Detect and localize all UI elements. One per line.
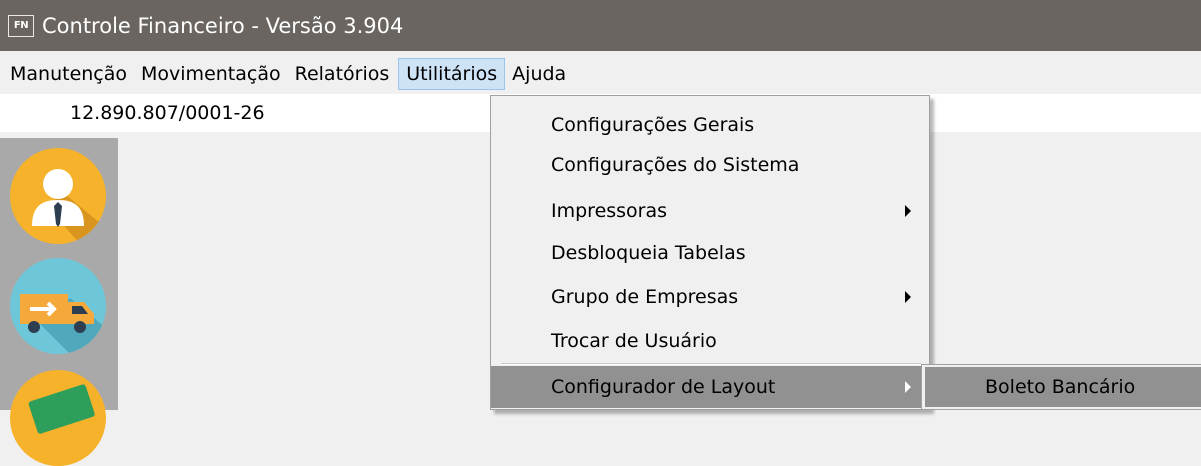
money-icon [28, 384, 95, 434]
configurador-layout-submenu: Boleto Bancário [921, 364, 1201, 410]
menu-utilitarios[interactable]: Utilitários [398, 58, 506, 90]
finance-button[interactable] [10, 370, 106, 466]
menu-item-configuracoes-gerais[interactable]: Configurações Gerais [491, 104, 929, 146]
sidebar [0, 138, 118, 466]
menu-manutencao[interactable]: Manutenção [3, 58, 134, 90]
submenu-arrow-icon [905, 291, 911, 303]
menu-movimentacao[interactable]: Movimentação [134, 58, 288, 90]
menu-bar: Manutenção Movimentação Relatórios Utili… [0, 57, 1201, 91]
menu-ajuda[interactable]: Ajuda [505, 58, 573, 90]
menu-item-impressoras[interactable]: Impressoras [491, 190, 929, 232]
submenu-arrow-icon [905, 381, 911, 393]
menu-item-boleto-bancario[interactable]: Boleto Bancário [925, 367, 1201, 407]
menu-item-desbloqueia-tabelas[interactable]: Desbloqueia Tabelas [491, 232, 929, 274]
title-bar: FN Controle Financeiro - Versão 3.904 [0, 0, 1201, 51]
user-button[interactable] [10, 148, 106, 244]
app-icon: FN [8, 14, 34, 37]
window-title: Controle Financeiro - Versão 3.904 [42, 13, 404, 38]
utilitarios-dropdown: Configurações Gerais Configurações do Si… [490, 95, 930, 410]
menu-separator [501, 363, 921, 365]
submenu-arrow-icon [905, 205, 911, 217]
menu-item-trocar-usuario[interactable]: Trocar de Usuário [491, 320, 929, 362]
company-cnpj: 12.890.807/0001-26 [70, 102, 265, 124]
menu-item-grupo-empresas[interactable]: Grupo de Empresas [491, 276, 929, 318]
delivery-button[interactable] [10, 258, 106, 354]
menu-item-configuracoes-sistema[interactable]: Configurações do Sistema [491, 144, 929, 186]
menu-item-configurador-layout[interactable]: Configurador de Layout [491, 366, 929, 408]
user-icon [32, 169, 106, 244]
truck-icon [20, 294, 106, 354]
menu-relatorios[interactable]: Relatórios [288, 58, 397, 90]
